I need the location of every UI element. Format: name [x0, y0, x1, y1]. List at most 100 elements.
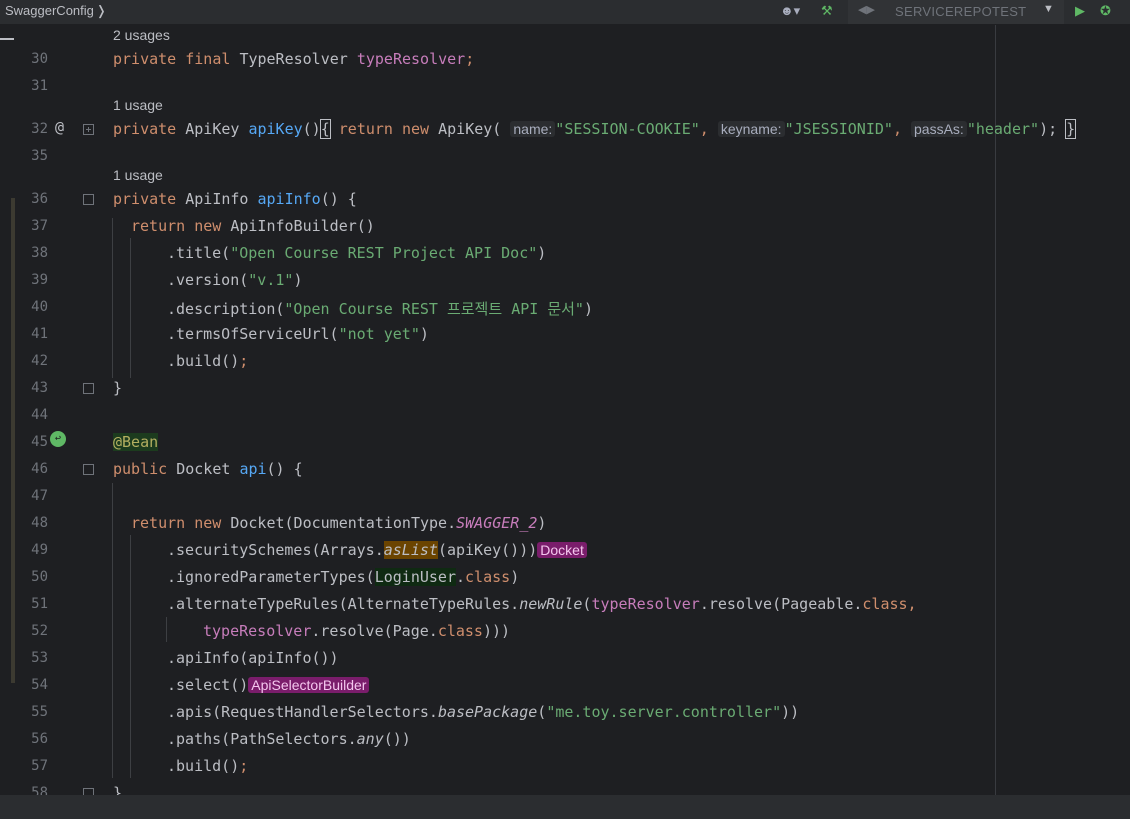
code-line-51[interactable]: .alternateTypeRules(AlternateTypeRules.n… [167, 595, 917, 613]
code-text: .resolve(Page. [311, 622, 438, 640]
code-line-43[interactable]: } [113, 379, 122, 397]
keyword: private [113, 120, 177, 138]
string-literal: "v.1" [248, 271, 294, 289]
vcs-change-bar[interactable] [11, 198, 15, 683]
keyword: return [131, 217, 186, 235]
line-number[interactable]: 51 [22, 596, 48, 612]
code-line-53[interactable]: .apiInfo(apiInfo()) [167, 649, 339, 667]
code-text: .select() [167, 676, 249, 694]
gutter-marker [0, 38, 14, 40]
line-number[interactable]: 49 [22, 542, 48, 558]
static-method: asList [383, 541, 438, 559]
code-line-46[interactable]: public Docket api() { [113, 460, 303, 478]
line-number[interactable]: 52 [22, 623, 48, 639]
line-number[interactable]: 40 [22, 299, 48, 315]
user-icon[interactable]: ☻▾ [780, 3, 800, 19]
code-text: .apis(RequestHandlerSelectors. [167, 703, 438, 721]
code-text: .version( [167, 271, 249, 289]
line-number[interactable]: 53 [22, 650, 48, 666]
code-line-49[interactable]: .securitySchemes(Arrays.asList(apiKey())… [167, 541, 587, 559]
code-text: ) [293, 271, 303, 289]
line-number[interactable]: 37 [22, 218, 48, 234]
line-number[interactable]: 54 [22, 677, 48, 693]
code-line-41[interactable]: .termsOfServiceUrl("not yet") [167, 325, 429, 343]
line-number[interactable]: 44 [22, 407, 48, 423]
method-name: api [239, 460, 267, 478]
line-number[interactable]: 42 [22, 353, 48, 369]
hammer-icon[interactable]: ⚒ [821, 3, 833, 19]
code-line-48[interactable]: return new Docket(DocumentationType.SWAG… [131, 514, 546, 532]
run-configuration-selector[interactable]: ◀▶ SERVICEREPOTEST ▼ [848, 0, 1064, 24]
parens: () [302, 120, 321, 138]
implementation-at-icon[interactable]: @ [55, 118, 64, 136]
code-text: ()) [383, 730, 411, 748]
code-line-45[interactable]: @Bean [113, 433, 159, 451]
param-hint: passAs: [911, 121, 967, 137]
code-text: )) [781, 703, 800, 721]
fold-collapse-icon[interactable] [83, 194, 94, 205]
close-paren: ); [1039, 120, 1058, 138]
code-line-39[interactable]: .version("v.1") [167, 271, 302, 289]
code-line-56[interactable]: .paths(PathSelectors.any()) [167, 730, 411, 748]
semicolon: ; [239, 757, 249, 775]
code-line-32[interactable]: private ApiKey apiKey(){ return new ApiK… [113, 119, 1077, 139]
method-name: apiKey [248, 120, 303, 138]
line-number[interactable]: 55 [22, 704, 48, 720]
line-number[interactable]: 36 [22, 191, 48, 207]
run-icon[interactable]: ▶ [1075, 3, 1085, 19]
line-number[interactable]: 47 [22, 488, 48, 504]
keyword: class [437, 622, 483, 640]
code-text: ) [537, 514, 547, 532]
line-number[interactable]: 46 [22, 461, 48, 477]
line-number[interactable]: 30 [22, 51, 48, 67]
code-line-38[interactable]: .title("Open Course REST Project API Doc… [167, 244, 546, 262]
code-line-42[interactable]: .build(); [167, 352, 248, 370]
code-editor[interactable]: 30 31 32 35 36 37 38 39 40 41 42 43 44 4… [0, 25, 1130, 802]
line-number[interactable]: 38 [22, 245, 48, 261]
line-number[interactable]: 39 [22, 272, 48, 288]
code-line-40[interactable]: .description("Open Course REST 프로젝트 API … [167, 298, 593, 319]
code-line-55[interactable]: .apis(RequestHandlerSelectors.basePackag… [167, 703, 799, 721]
usages-hint[interactable]: 2 usages [113, 27, 170, 43]
keyword: new [402, 120, 430, 138]
fold-expand-icon[interactable] [83, 124, 94, 135]
code-line-30[interactable]: private final TypeResolver typeResolver; [113, 50, 474, 68]
code-line-54[interactable]: .select() ApiSelectorBuilder [167, 676, 370, 694]
breadcrumb[interactable]: SwaggerConfig ❭ [5, 3, 107, 19]
line-number[interactable]: 43 [22, 380, 48, 396]
line-number[interactable]: 35 [22, 148, 48, 164]
indent-guide [112, 218, 113, 378]
line-number[interactable]: 45 [22, 434, 48, 450]
code-text: () { [320, 190, 357, 208]
string-literal: "header" [966, 120, 1040, 138]
code-text: ) [537, 244, 547, 262]
brace-match: } [1065, 119, 1077, 139]
line-number[interactable]: 57 [22, 758, 48, 774]
code-line-57[interactable]: .build(); [167, 757, 248, 775]
type-name: ApiKey( [438, 120, 502, 138]
code-line-36[interactable]: private ApiInfo apiInfo() { [113, 190, 357, 208]
code-line-37[interactable]: return new ApiInfoBuilder() [131, 217, 375, 235]
fold-end-icon[interactable] [83, 383, 94, 394]
line-number[interactable]: 41 [22, 326, 48, 342]
usages-hint[interactable]: 1 usage [113, 167, 163, 183]
line-number[interactable]: 56 [22, 731, 48, 747]
line-number[interactable]: 50 [22, 569, 48, 585]
line-number[interactable]: 31 [22, 78, 48, 94]
field-name: typeResolver [203, 622, 312, 640]
semicolon: ; [239, 352, 249, 370]
code-line-52[interactable]: typeResolver.resolve(Page.class))) [203, 622, 510, 640]
fold-collapse-icon[interactable] [83, 464, 94, 475]
type-hint-badge: ApiSelectorBuilder [248, 677, 370, 693]
spring-bean-icon[interactable]: ↩ [50, 431, 66, 447]
debug-icon[interactable]: ✪ [1100, 3, 1111, 19]
breadcrumb-file[interactable]: SwaggerConfig [5, 3, 94, 18]
line-number[interactable]: 32 [22, 121, 48, 137]
string-literal: "not yet" [338, 325, 420, 343]
comma: , [907, 595, 917, 613]
usages-hint[interactable]: 1 usage [113, 97, 163, 113]
code-text: .resolve(Pageable. [699, 595, 863, 613]
line-number[interactable]: 48 [22, 515, 48, 531]
code-line-50[interactable]: .ignoredParameterTypes(LoginUser.class) [167, 568, 519, 586]
static-method: basePackage [437, 703, 538, 721]
